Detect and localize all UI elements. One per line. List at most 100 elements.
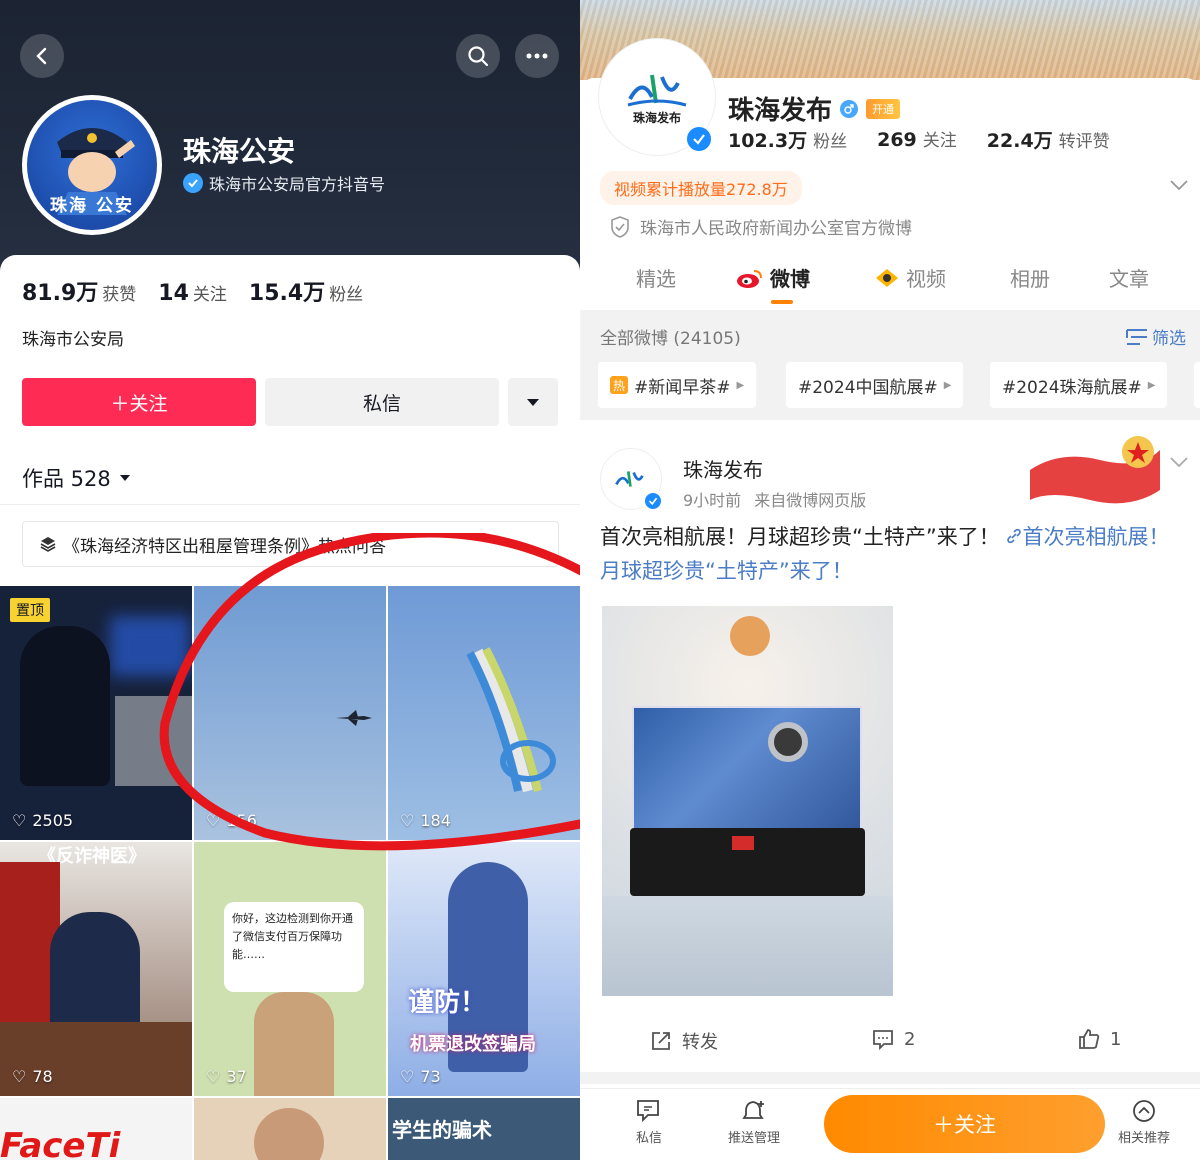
- video-likes: ♡ 184: [400, 811, 451, 830]
- stat-label: 关注: [192, 285, 227, 305]
- triangle-down-icon: [119, 475, 130, 481]
- vip-open-badge[interactable]: 开通: [866, 98, 901, 119]
- heart-icon: ♡: [12, 811, 27, 830]
- post-time: 9小时前: [683, 491, 742, 510]
- zhuhai-logo-icon: [615, 471, 644, 487]
- bottom-action-bar: 私信 推送管理 ＋关注 相关推荐: [580, 1088, 1200, 1160]
- organization-name: 珠海市公安局: [22, 330, 124, 350]
- stat-interactions[interactable]: 22.4万 转评赞: [987, 126, 1110, 153]
- dropdown-button[interactable]: [508, 378, 558, 426]
- filter-label: 筛选: [1152, 329, 1186, 349]
- like-button[interactable]: 1: [1078, 1028, 1121, 1050]
- follow-button[interactable]: ＋关注: [824, 1095, 1105, 1153]
- post-meta: 9小时前 来自微博网页版: [683, 487, 866, 511]
- search-button[interactable]: [456, 34, 500, 78]
- video-thumb-6[interactable]: 谨防！ 机票退改签骗局 ♡ 73: [388, 842, 580, 1096]
- video-thumb-3[interactable]: ♡ 184: [388, 586, 580, 840]
- stat-followers[interactable]: 102.3万 粉丝: [728, 126, 847, 153]
- smoke-trail-icon: [466, 647, 556, 793]
- tab-weibo[interactable]: 微博: [736, 263, 810, 292]
- video-thumb-1[interactable]: 置顶 ♡ 2505: [0, 586, 192, 840]
- video-thumb-8[interactable]: [194, 1098, 386, 1160]
- video-thumb-9[interactable]: 学生的骗术: [388, 1098, 580, 1160]
- comment-button[interactable]: 2: [872, 1028, 915, 1050]
- tab-articles[interactable]: 文章: [1109, 263, 1149, 292]
- china-flag: [732, 836, 754, 850]
- filter-button[interactable]: 筛选: [1126, 324, 1186, 349]
- stat-following[interactable]: 14 关注: [158, 280, 227, 306]
- lamp-light: [730, 616, 770, 656]
- divider: [0, 504, 580, 505]
- tab-featured[interactable]: 精选: [636, 263, 676, 292]
- police-light-glow: [110, 616, 190, 676]
- avatar[interactable]: 珠海发布: [598, 38, 716, 156]
- video-thumb-2[interactable]: ♡ 156: [194, 586, 386, 840]
- message-button[interactable]: 私信: [265, 378, 499, 426]
- post-actions: 转发 2 1: [580, 1020, 1200, 1060]
- layers-icon: [40, 537, 56, 552]
- stat-label: 粉丝: [813, 132, 848, 152]
- decorative-badge-image: [1030, 436, 1160, 504]
- topic-chip[interactable]: #2024中国航展# ▶: [786, 362, 964, 408]
- likes-count: 73: [420, 1067, 441, 1086]
- bell-plus-icon: [742, 1101, 764, 1119]
- comment-count: 2: [904, 1028, 916, 1050]
- post-image[interactable]: [602, 606, 893, 996]
- works-count: 作品 528: [22, 467, 111, 491]
- stat-likes[interactable]: 81.9万 获赞: [22, 275, 136, 307]
- all-weibo-count[interactable]: 全部微博 (24105): [600, 324, 741, 349]
- avatar[interactable]: 珠海 公安: [22, 95, 162, 235]
- post-author[interactable]: 珠海发布: [683, 454, 763, 483]
- works-tab[interactable]: 作品 528: [22, 463, 131, 493]
- verified-label: 珠海市公安局官方抖音号: [183, 171, 385, 195]
- more-options-button[interactable]: [515, 34, 559, 78]
- filter-icon: [1126, 328, 1147, 345]
- video-play-count-badge: 视频累计播放量272.8万: [600, 171, 802, 205]
- verified-icon: [685, 125, 713, 153]
- expand-chevron-icon[interactable]: [1170, 175, 1188, 194]
- video-thumb-4[interactable]: 《反诈神医》 ♡ 78: [0, 842, 192, 1096]
- likes-count: 78: [32, 1067, 53, 1086]
- post-avatar[interactable]: [600, 448, 663, 511]
- heart-icon: ♡: [12, 1067, 27, 1086]
- profile-header-background: 珠海 公安 珠海公安 珠海市公安局官方抖音号: [0, 0, 580, 275]
- back-button[interactable]: [20, 34, 64, 78]
- push-settings-button[interactable]: 推送管理: [728, 1099, 780, 1146]
- car-headlight: [115, 696, 192, 786]
- jet-icon: [336, 710, 372, 726]
- profile-stats: 102.3万 粉丝 269 关注 22.4万 转评赞: [728, 126, 1110, 153]
- topic-banner[interactable]: 《珠海经济特区出租屋管理条例》热点问答: [22, 521, 559, 567]
- video-likes: ♡ 2505: [12, 811, 73, 830]
- tab-video[interactable]: 视频: [874, 263, 946, 292]
- like-count: 1: [1110, 1028, 1122, 1050]
- video-thumb-5[interactable]: 你好，这边检测到你开通了微信支付百万保障功能…… ♡ 37: [194, 842, 386, 1096]
- repost-button[interactable]: 转发: [650, 1028, 718, 1054]
- stat-value: 81.9万: [22, 281, 99, 306]
- male-gender-icon: [840, 99, 859, 118]
- stat-followers[interactable]: 15.4万 粉丝: [249, 275, 363, 307]
- stat-following[interactable]: 269 关注: [877, 126, 957, 153]
- triangle-down-icon: [527, 398, 539, 406]
- display-stand: [602, 896, 893, 996]
- bottom-message-button[interactable]: 私信: [636, 1099, 662, 1146]
- avatar-text: 珠海发布: [632, 110, 681, 125]
- thumbs-up-icon: [1079, 1029, 1100, 1049]
- post-menu-chevron-icon[interactable]: [1170, 452, 1188, 471]
- topic-chip[interactable]: #2024珠海航展# ▶: [990, 362, 1168, 408]
- likes-count: 37: [226, 1067, 247, 1086]
- topic-chip[interactable]: 热 #新闻早茶# ▶: [598, 362, 757, 408]
- tab-album[interactable]: 相册: [1010, 263, 1050, 292]
- video-thumb-7[interactable]: FaceTi: [0, 1098, 192, 1160]
- related-recommend-button[interactable]: 相关推荐: [1118, 1099, 1170, 1146]
- verified-check-icon: [183, 173, 203, 193]
- section-separator: [580, 1072, 1200, 1084]
- heart-icon: ♡: [206, 811, 221, 830]
- topic-chip-partial[interactable]: [1194, 362, 1200, 408]
- video-likes: ♡ 73: [400, 1067, 441, 1086]
- shield-icon: [611, 215, 629, 238]
- bottom-label: 相关推荐: [1118, 1131, 1171, 1146]
- cartoon-man: [254, 992, 334, 1096]
- stat-value: 102.3万: [728, 130, 808, 152]
- topic-text: 《珠海经济特区出租屋管理条例》热点问答: [63, 536, 386, 557]
- follow-button[interactable]: ＋关注: [22, 378, 256, 426]
